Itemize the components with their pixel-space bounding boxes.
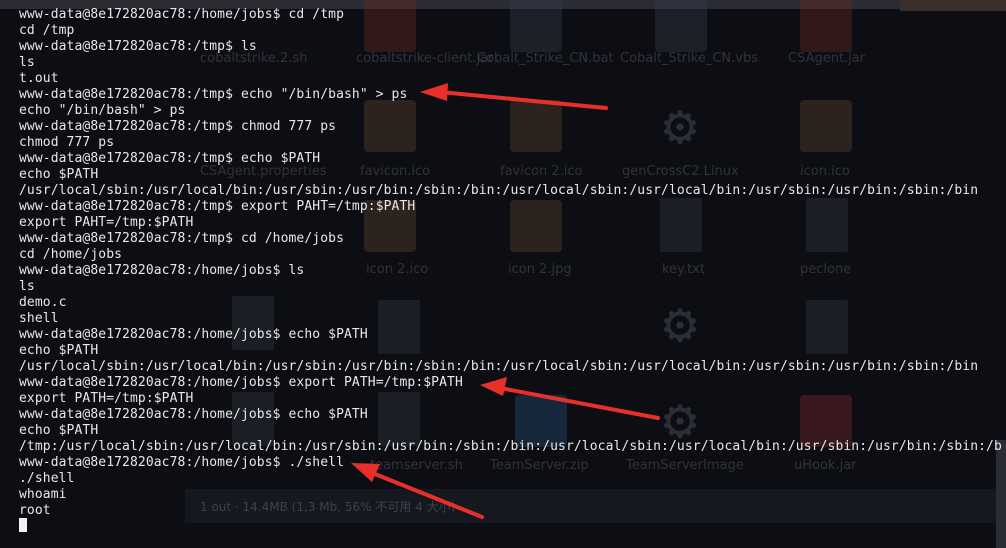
red-arrow-annotation (420, 83, 608, 110)
red-arrow-annotation (480, 377, 660, 420)
red-arrow-annotation (351, 463, 484, 519)
annotation-arrows (351, 83, 660, 519)
